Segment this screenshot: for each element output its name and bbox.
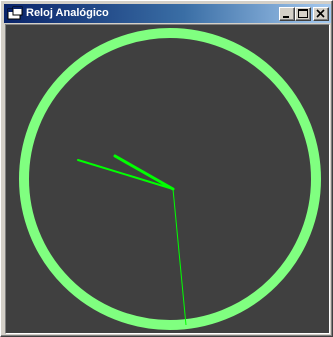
clock-ring (19, 28, 321, 330)
clock-canvas (19, 28, 321, 330)
hour-hand (113, 154, 175, 191)
window-icon[interactable] (7, 6, 23, 21)
close-button[interactable] (313, 7, 329, 21)
window-title: Reloj Analógico (26, 7, 109, 19)
clock-window: Reloj Analógico (0, 0, 333, 337)
minute-hand (77, 159, 174, 190)
minimize-button[interactable] (279, 7, 295, 21)
maximize-button[interactable] (295, 7, 311, 21)
title-bar[interactable]: Reloj Analógico (4, 4, 331, 23)
clock-face-area (5, 24, 330, 334)
second-hand (172, 188, 187, 326)
